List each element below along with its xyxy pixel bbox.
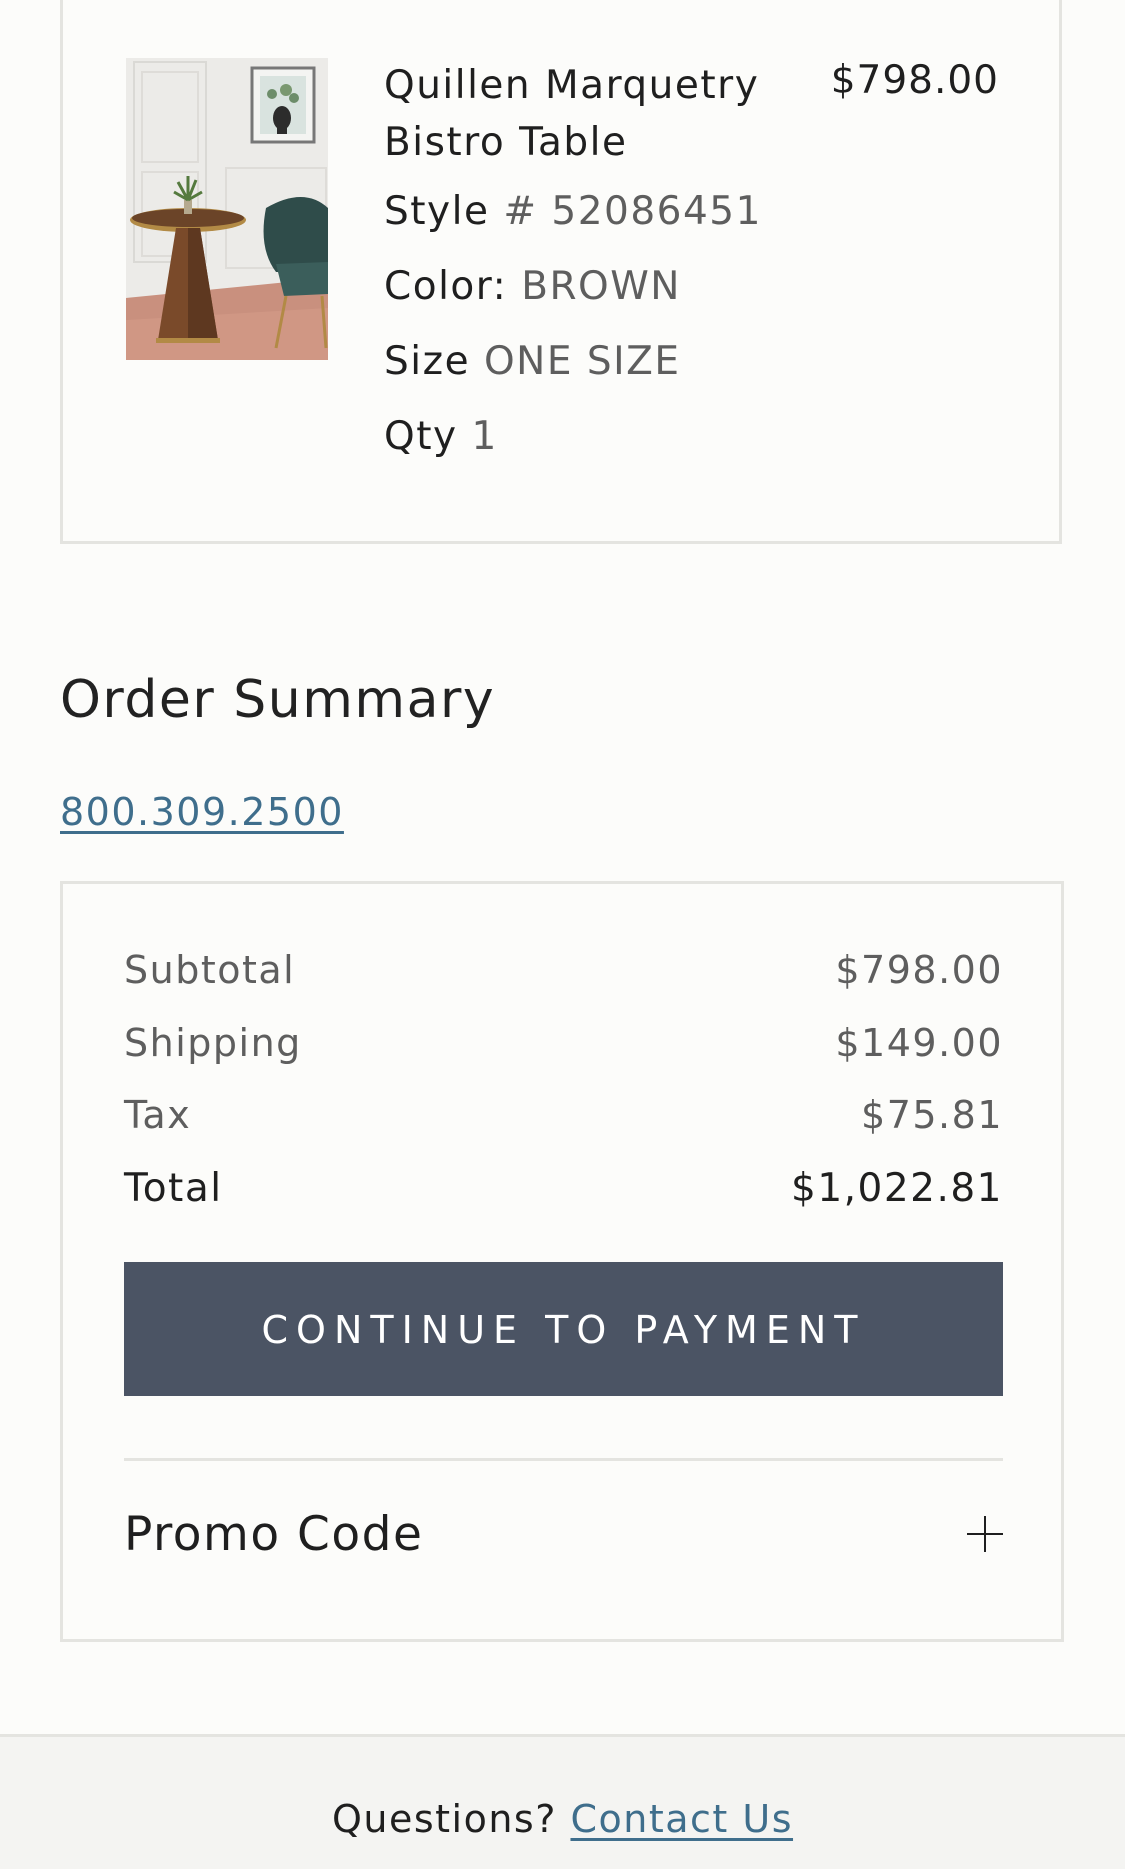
order-summary-title: Order Summary	[60, 670, 496, 730]
product-color: Color: BROWN	[384, 263, 681, 311]
promo-code-toggle[interactable]: Promo Code	[124, 1494, 1003, 1574]
questions-label: Questions?	[331, 1797, 571, 1841]
style-label: Style	[384, 189, 504, 234]
product-price: $798.00	[830, 58, 999, 103]
size-label: Size	[384, 339, 484, 384]
divider	[124, 1458, 1003, 1461]
color-label: Color:	[384, 264, 522, 309]
product-size: Size ONE SIZE	[384, 338, 681, 386]
tax-row: Tax $75.81	[124, 1091, 1003, 1139]
style-value: # 52086451	[503, 189, 762, 234]
subtotal-value: $798.00	[835, 948, 1003, 992]
phone-link[interactable]: 800.309.2500	[60, 787, 344, 837]
product-image[interactable]	[126, 58, 328, 360]
product-style: Style # 52086451	[384, 188, 762, 236]
cart-item-card: Quillen Marquetry Bistro Table $798.00 S…	[60, 0, 1062, 544]
order-totals-card: Subtotal $798.00 Shipping $149.00 Tax $7…	[60, 881, 1064, 1642]
total-row: Total $1,022.81	[124, 1165, 1003, 1213]
total-label: Total	[124, 1166, 223, 1211]
size-value: ONE SIZE	[483, 339, 681, 384]
tax-label: Tax	[124, 1093, 192, 1137]
plus-icon[interactable]	[967, 1516, 1003, 1552]
continue-to-payment-button[interactable]: CONTINUE TO PAYMENT	[124, 1262, 1003, 1396]
shipping-row: Shipping $149.00	[124, 1019, 1003, 1067]
promo-code-label: Promo Code	[124, 1506, 424, 1562]
subtotal-label: Subtotal	[124, 948, 296, 992]
shipping-value: $149.00	[835, 1021, 1003, 1065]
bistro-table-photo	[126, 58, 328, 360]
shipping-label: Shipping	[124, 1021, 302, 1065]
footer: Questions? Contact Us	[0, 1734, 1125, 1869]
product-quantity: Qty 1	[384, 413, 498, 461]
footer-help-text: Questions? Contact Us	[0, 1797, 1125, 1841]
qty-label: Qty	[384, 414, 472, 459]
contact-us-link[interactable]: Contact Us	[570, 1797, 793, 1841]
subtotal-row: Subtotal $798.00	[124, 946, 1003, 994]
color-value: BROWN	[521, 264, 681, 309]
total-value: $1,022.81	[791, 1166, 1003, 1211]
qty-value: 1	[471, 414, 498, 459]
product-name[interactable]: Quillen Marquetry Bistro Table	[384, 57, 784, 171]
tax-value: $75.81	[861, 1093, 1003, 1137]
